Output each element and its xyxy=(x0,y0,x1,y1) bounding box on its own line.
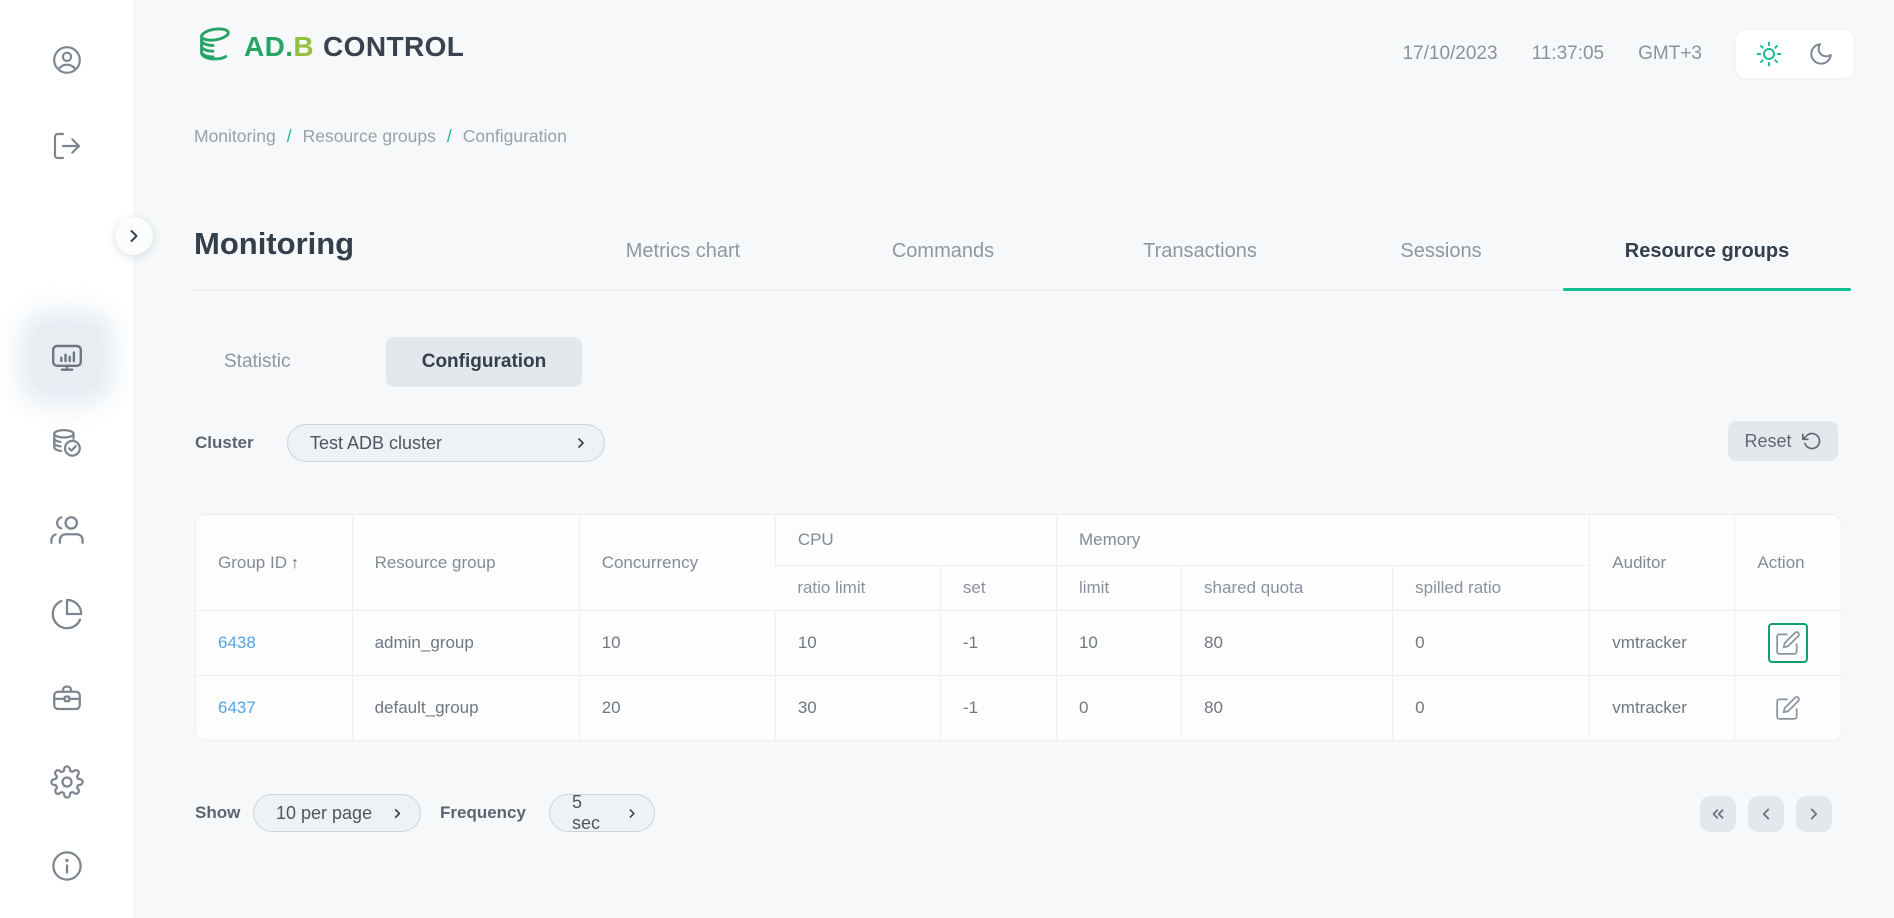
chevron-right-icon xyxy=(625,806,639,821)
memory-limit-cell: 10 xyxy=(1056,611,1181,676)
cpu-set-cell: -1 xyxy=(940,676,1056,741)
breadcrumb-resource-groups[interactable]: Resource groups xyxy=(303,126,436,147)
breadcrumb-configuration[interactable]: Configuration xyxy=(463,126,567,147)
column-header-group-id[interactable]: Group ID↑ xyxy=(196,515,352,611)
pie-chart-icon[interactable] xyxy=(50,597,84,631)
column-group-cpu: CPU xyxy=(775,515,1056,566)
frequency-label: Frequency xyxy=(440,803,526,823)
sun-icon[interactable] xyxy=(1756,41,1782,67)
tab-transactions[interactable]: Transactions xyxy=(1143,240,1257,263)
concurrency-cell: 20 xyxy=(579,676,775,741)
breadcrumb-monitoring[interactable]: Monitoring xyxy=(194,126,276,147)
column-header-concurrency: Concurrency xyxy=(579,515,775,611)
column-header-cpu-ratio-limit: ratio limit xyxy=(775,566,940,611)
users-icon[interactable] xyxy=(50,513,84,547)
monitor-chart-icon xyxy=(49,340,85,376)
table-row: 6438 admin_group 10 10 -1 10 80 0 vmtrac… xyxy=(196,611,1841,676)
group-id-link[interactable]: 6438 xyxy=(196,611,352,676)
pagination-first-button[interactable] xyxy=(1700,796,1736,832)
column-group-memory: Memory xyxy=(1056,515,1589,566)
column-header-auditor: Auditor xyxy=(1590,515,1735,611)
group-id-link[interactable]: 6437 xyxy=(196,676,352,741)
pagination-prev-button[interactable] xyxy=(1748,796,1784,832)
resource-group-cell: default_group xyxy=(352,676,579,741)
memory-shared-quota-cell: 80 xyxy=(1182,676,1393,741)
reset-button[interactable]: Reset xyxy=(1728,421,1838,461)
breadcrumb-separator: / xyxy=(287,126,292,147)
auditor-cell: vmtracker xyxy=(1590,676,1735,741)
rotate-ccw-icon xyxy=(1802,431,1822,451)
tab-commands[interactable]: Commands xyxy=(892,240,994,263)
cpu-ratio-limit-cell: 10 xyxy=(775,611,940,676)
auditor-cell: vmtracker xyxy=(1590,611,1735,676)
chevron-right-icon xyxy=(573,435,589,451)
column-header-memory-spilled-ratio: spilled ratio xyxy=(1393,566,1590,611)
app-root: AD.BCONTROL 17/10/2023 11:37:05 GMT+3 xyxy=(0,0,1894,918)
subtab-configuration[interactable]: Configuration xyxy=(386,337,582,387)
memory-spilled-ratio-cell: 0 xyxy=(1393,676,1590,741)
database-coil-icon xyxy=(192,24,238,70)
sidebar-item-monitoring-active[interactable] xyxy=(34,325,100,391)
current-date: 17/10/2023 xyxy=(1402,43,1497,65)
column-header-resource-group: Resource group xyxy=(352,515,579,611)
sidebar xyxy=(0,0,135,918)
current-time: 11:37:05 xyxy=(1532,43,1605,65)
account-icon[interactable] xyxy=(50,43,84,77)
chevron-right-icon xyxy=(1805,805,1823,823)
breadcrumb: Monitoring / Resource groups / Configura… xyxy=(194,126,567,147)
header-right: 17/10/2023 11:37:05 GMT+3 xyxy=(1402,30,1854,78)
column-header-memory-limit: limit xyxy=(1056,566,1181,611)
briefcase-icon[interactable] xyxy=(50,681,84,715)
chevrons-left-icon xyxy=(1709,805,1727,823)
memory-limit-cell: 0 xyxy=(1056,676,1181,741)
timezone: GMT+3 xyxy=(1638,43,1702,65)
reset-button-label: Reset xyxy=(1744,431,1791,452)
moon-icon[interactable] xyxy=(1808,41,1834,67)
app-logo[interactable]: AD.BCONTROL xyxy=(192,24,464,70)
tab-resource-groups[interactable]: Resource groups xyxy=(1625,240,1789,263)
sort-asc-icon[interactable]: ↑ xyxy=(291,555,299,572)
tab-metrics-chart[interactable]: Metrics chart xyxy=(626,240,740,263)
cluster-select[interactable]: Test ADB cluster xyxy=(287,424,605,462)
edit-button-highlighted[interactable] xyxy=(1768,623,1808,663)
logo-text: AD.BCONTROL xyxy=(244,31,464,63)
active-tab-underline xyxy=(1563,288,1851,291)
page-size-select[interactable]: 10 per page xyxy=(253,794,421,832)
table-row: 6437 default_group 20 30 -1 0 80 0 vmtra… xyxy=(196,676,1841,741)
show-label: Show xyxy=(195,803,240,823)
edit-icon xyxy=(1775,695,1801,721)
page-title: Monitoring xyxy=(194,226,354,262)
concurrency-cell: 10 xyxy=(579,611,775,676)
theme-toggle xyxy=(1736,30,1854,78)
frequency-value: 5 sec xyxy=(572,792,613,834)
pagination-next-button[interactable] xyxy=(1796,796,1832,832)
edit-button[interactable] xyxy=(1768,688,1808,728)
page-size-value: 10 per page xyxy=(276,803,372,824)
column-header-action: Action xyxy=(1735,515,1841,611)
chevron-right-icon xyxy=(124,226,144,246)
chevron-right-icon xyxy=(390,806,405,821)
edit-icon xyxy=(1775,630,1801,656)
info-icon[interactable] xyxy=(50,849,84,883)
cluster-label: Cluster xyxy=(195,433,254,453)
chevron-left-icon xyxy=(1757,805,1775,823)
logout-icon[interactable] xyxy=(50,129,84,163)
column-header-memory-shared-quota: shared quota xyxy=(1182,566,1393,611)
breadcrumb-separator: / xyxy=(447,126,452,147)
frequency-select[interactable]: 5 sec xyxy=(549,794,655,832)
resource-groups-table: Group ID↑ Resource group Concurrency CPU… xyxy=(195,514,1842,741)
cpu-set-cell: -1 xyxy=(940,611,1056,676)
subtab-statistic[interactable]: Statistic xyxy=(224,351,291,373)
cpu-ratio-limit-cell: 30 xyxy=(775,676,940,741)
resource-group-cell: admin_group xyxy=(352,611,579,676)
cluster-select-value: Test ADB cluster xyxy=(310,433,442,454)
gear-icon[interactable] xyxy=(50,765,84,799)
memory-spilled-ratio-cell: 0 xyxy=(1393,611,1590,676)
tab-sessions[interactable]: Sessions xyxy=(1400,240,1481,263)
sidebar-expand-button[interactable] xyxy=(115,217,153,255)
memory-shared-quota-cell: 80 xyxy=(1182,611,1393,676)
column-header-cpu-set: set xyxy=(940,566,1056,611)
database-sync-icon[interactable] xyxy=(50,427,84,461)
